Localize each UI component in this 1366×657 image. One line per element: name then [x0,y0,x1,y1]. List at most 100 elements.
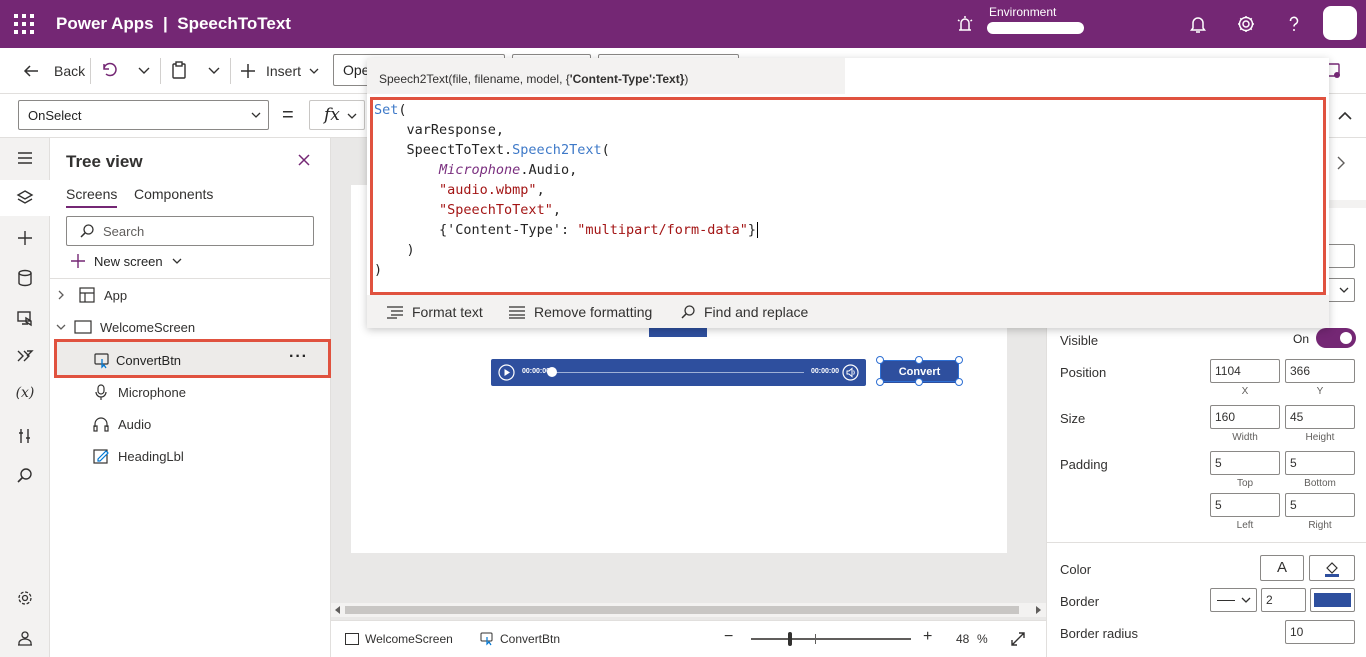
position-y-input[interactable]: 366 [1285,359,1355,383]
zoom-value: 48 [956,632,970,646]
fx-button[interactable]: fx [309,100,365,130]
resize-handle[interactable] [915,356,923,364]
tree-search-input[interactable]: Search [66,216,314,246]
bell-icon[interactable] [1187,13,1209,35]
scroll-left-icon[interactable] [334,606,342,614]
insert-button[interactable]: Insert [240,60,321,82]
app-launcher-icon[interactable] [14,14,34,34]
tree-item-microphone[interactable]: Microphone [50,376,331,408]
chevron-right-icon[interactable] [1333,154,1349,172]
zoom-slider-track[interactable] [751,638,911,640]
function-signature: Speech2Text(file, filename, model, {'Con… [379,72,689,86]
status-control-name[interactable]: ConvertBtn [500,632,560,646]
layers-icon[interactable] [15,188,35,208]
virtual-agent-icon[interactable] [15,628,35,648]
resize-handle[interactable] [955,378,963,386]
status-screen-name[interactable]: WelcomeScreen [365,632,453,646]
find-replace-button[interactable]: Find and replace [680,304,808,320]
padding-label: Padding [1060,457,1108,472]
zoom-in-button[interactable]: + [923,628,932,646]
left-rail: (x) [0,138,50,657]
scrollbar-thumb[interactable] [345,606,1019,614]
avatar[interactable] [1323,6,1357,40]
resize-handle[interactable] [955,356,963,364]
audio-player-control[interactable]: 00:00:00 00:00:00 [491,359,866,386]
padding-bottom-input[interactable]: 5 [1285,451,1355,475]
paste-icon[interactable] [169,60,189,80]
width-input[interactable]: 160 [1210,405,1280,429]
chevron-down-icon [251,112,261,118]
tab-screens[interactable]: Screens [66,186,118,208]
property-dropdown[interactable]: OnSelect [18,100,269,130]
audio-seek-track[interactable] [551,372,804,373]
property-value: OnSelect [28,108,82,123]
horizontal-scrollbar[interactable] [331,603,1046,617]
hamburger-icon[interactable] [15,148,35,168]
more-options-icon[interactable]: ··· [289,348,308,366]
environment-label: Environment [989,5,1057,19]
border-radius-label: Border radius [1060,626,1139,641]
tree-item-headinglbl[interactable]: HeadingLbl [50,440,331,472]
search-icon [681,305,695,319]
gear-icon[interactable] [1235,13,1257,35]
plus-icon[interactable] [15,228,35,248]
label-edit-icon [93,449,109,464]
microphone-icon [95,384,107,400]
tree-item-convertbtn[interactable]: ConvertBtn ··· [54,339,331,378]
search-icon[interactable] [15,466,35,486]
padding-left-input[interactable]: 5 [1210,493,1280,517]
variables-icon[interactable]: (x) [15,385,35,405]
back-button[interactable]: Back [22,60,85,82]
insert-label: Insert [266,63,302,79]
database-icon[interactable] [15,268,35,288]
position-x-input[interactable]: 1104 [1210,359,1280,383]
text-color-picker[interactable]: A [1260,555,1304,581]
close-icon[interactable] [296,152,312,168]
fill-color-picker[interactable] [1309,555,1355,581]
remove-formatting-button[interactable]: Remove formatting [508,304,652,320]
fit-to-window-icon[interactable] [1009,630,1027,648]
padding-right-input[interactable]: 5 [1285,493,1355,517]
border-color-picker[interactable] [1310,588,1355,612]
resize-handle[interactable] [876,378,884,386]
media-icon[interactable] [15,308,35,328]
visible-toggle[interactable] [1316,328,1356,348]
border-style-dropdown[interactable] [1210,588,1257,612]
tree-item-audio[interactable]: Audio [50,408,331,440]
play-icon [498,364,515,381]
zoom-slider-thumb[interactable] [788,632,792,646]
padding-top-input[interactable]: 5 [1210,451,1280,475]
undo-icon[interactable] [99,60,119,80]
chevron-down-icon[interactable] [134,60,154,80]
advanced-tools-icon[interactable] [15,426,35,446]
resize-handle[interactable] [915,378,923,386]
left-label: Left [1236,520,1254,531]
scroll-right-icon[interactable] [1034,606,1042,614]
width-label: Width [1232,432,1258,443]
help-icon[interactable] [1283,13,1305,35]
chevron-down-icon [309,68,319,74]
format-text-button[interactable]: Format text [386,304,483,320]
new-screen-button[interactable]: New screen [70,253,183,269]
tab-components[interactable]: Components [134,186,213,202]
height-label: Height [1305,432,1335,443]
chevron-down-icon[interactable] [204,60,224,80]
audio-seek-handle[interactable] [547,367,557,377]
settings-icon[interactable] [15,588,35,608]
headphones-icon [93,417,109,432]
chevron-right-icon [58,290,64,300]
zoom-tick [815,634,816,644]
border-width-input[interactable]: 2 [1261,588,1306,612]
resize-handle[interactable] [876,356,884,364]
power-automate-icon[interactable] [15,346,35,366]
chevron-up-icon[interactable] [1335,106,1355,126]
zoom-out-button[interactable]: − [724,628,733,646]
tree-item-app[interactable]: App [50,279,331,311]
size-label: Size [1060,411,1086,426]
environment-selector[interactable] [987,22,1084,34]
height-input[interactable]: 45 [1285,405,1355,429]
border-radius-input[interactable]: 10 [1285,620,1355,644]
visible-label: Visible [1060,333,1099,348]
formula-code-editor[interactable]: Set( varResponse, SpeectToText.Speech2Te… [370,97,1326,295]
search-placeholder: Search [103,223,145,239]
